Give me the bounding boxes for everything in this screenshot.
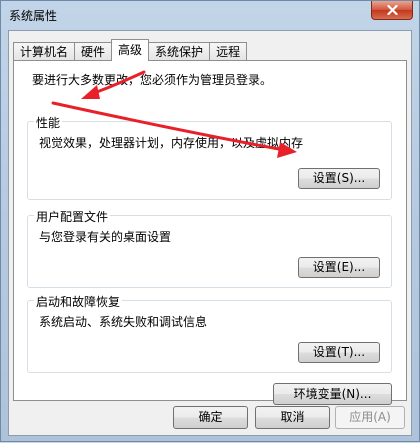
user-profiles-group-title: 用户配置文件 (34, 208, 111, 225)
close-icon (386, 5, 398, 15)
tab-hardware[interactable]: 硬件 (74, 42, 113, 61)
tab-advanced[interactable]: 高级 (111, 39, 150, 61)
tab-system-protection[interactable]: 系统保护 (148, 42, 211, 61)
advanced-tab-panel: 要进行大多数更改，您必须作为管理员登录。 性能 视觉效果，处理器计划，内存使用，… (13, 60, 407, 405)
system-properties-window: 系统属性 计算机名 硬件 高级 系统保护 远程 要进行大多数更改，您必须作为管理… (0, 0, 420, 442)
admin-notice: 要进行大多数更改，您必须作为管理员登录。 (32, 73, 273, 87)
user-profiles-group-desc: 与您登录有关的桌面设置 (39, 230, 172, 244)
cancel-button[interactable]: 取消 (255, 406, 330, 429)
user-profiles-settings-button[interactable]: 设置(E)... (298, 257, 380, 278)
tab-strip: 计算机名 硬件 高级 系统保护 远程 (13, 39, 248, 61)
startup-recovery-group-desc: 系统启动、系统失败和调试信息 (39, 315, 208, 329)
startup-recovery-group-title: 启动和故障恢复 (34, 293, 123, 310)
user-profiles-group: 用户配置文件 与您登录有关的桌面设置 设置(E)... (27, 208, 392, 288)
tab-remote[interactable]: 远程 (209, 42, 248, 61)
ok-button[interactable]: 确定 (173, 406, 248, 429)
environment-variables-button[interactable]: 环境变量(N)... (273, 383, 392, 405)
startup-recovery-settings-button[interactable]: 设置(T)... (298, 342, 380, 363)
window-title: 系统属性 (9, 9, 58, 23)
title-bar[interactable]: 系统属性 (1, 1, 419, 29)
performance-group-desc: 视觉效果，处理器计划，内存使用，以及虚拟内存 (39, 136, 304, 150)
performance-group-title: 性能 (34, 114, 63, 131)
close-button[interactable] (371, 1, 413, 20)
performance-settings-button[interactable]: 设置(S)... (298, 168, 380, 189)
tab-computer-name[interactable]: 计算机名 (13, 42, 76, 61)
performance-group: 性能 视觉效果，处理器计划，内存使用，以及虚拟内存 设置(S)... (27, 114, 392, 200)
startup-recovery-group: 启动和故障恢复 系统启动、系统失败和调试信息 设置(T)... (27, 293, 392, 373)
apply-button: 应用(A) (335, 406, 405, 429)
dialog-client-area: 计算机名 硬件 高级 系统保护 远程 要进行大多数更改，您必须作为管理员登录。 … (8, 30, 412, 436)
